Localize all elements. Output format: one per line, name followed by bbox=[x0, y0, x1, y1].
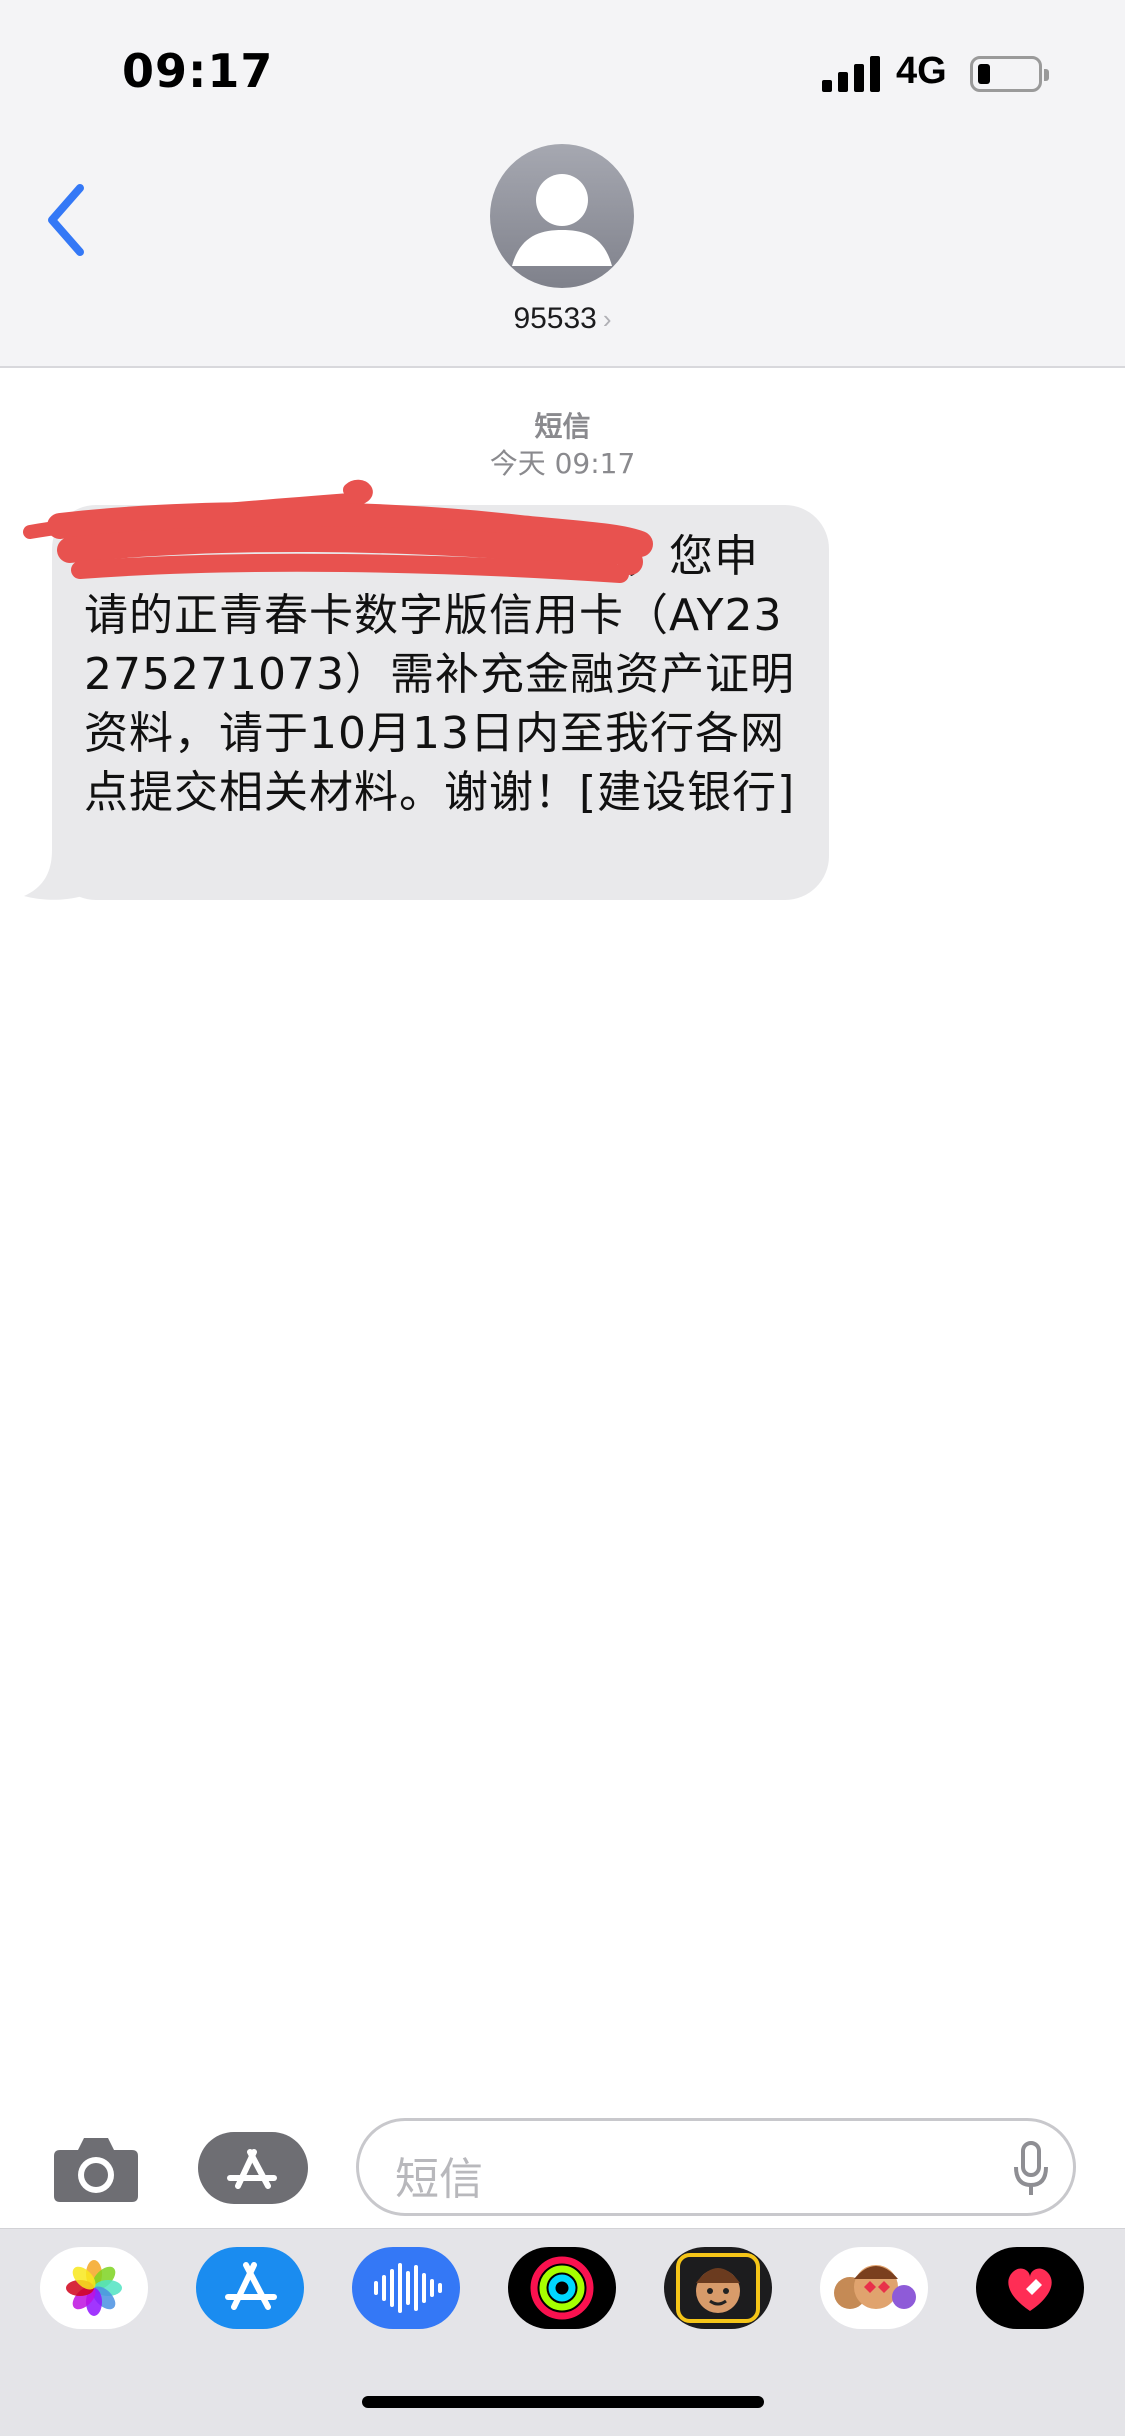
conversation-header: 09:17 4G 95533 › bbox=[0, 0, 1125, 368]
digital-touch-app-icon[interactable] bbox=[976, 2247, 1084, 2329]
memoji-stickers-app-icon[interactable] bbox=[820, 2247, 928, 2329]
camera-icon bbox=[54, 2138, 138, 2202]
activity-app-icon[interactable] bbox=[508, 2247, 616, 2329]
chevron-left-icon bbox=[48, 184, 84, 256]
contact-name-button[interactable]: 95533 › bbox=[0, 302, 1125, 336]
contact-avatar[interactable] bbox=[490, 144, 634, 288]
person-silhouette-icon bbox=[512, 174, 612, 266]
cellular-signal-icon bbox=[822, 56, 880, 92]
camera-button[interactable] bbox=[52, 2134, 140, 2204]
status-time: 09:17 bbox=[122, 44, 274, 98]
service-label: 短信 bbox=[534, 410, 591, 443]
chevron-right-icon: › bbox=[602, 304, 612, 334]
redaction-scribble bbox=[23, 479, 653, 583]
back-button[interactable] bbox=[40, 180, 100, 260]
app-store-icon bbox=[198, 2132, 308, 2204]
message-input[interactable]: 短信 bbox=[356, 2118, 1076, 2216]
microphone-icon[interactable] bbox=[1011, 2139, 1051, 2199]
contact-name: 95533 bbox=[513, 302, 597, 335]
network-type: 4G bbox=[896, 50, 947, 92]
memoji-app-icon[interactable] bbox=[664, 2247, 772, 2329]
audio-message-app-icon[interactable] bbox=[352, 2247, 460, 2329]
battery-icon bbox=[970, 56, 1049, 92]
home-indicator[interactable] bbox=[362, 2396, 764, 2408]
photos-app-icon[interactable] bbox=[40, 2247, 148, 2329]
app-store-app-icon[interactable] bbox=[196, 2247, 304, 2329]
message-input-placeholder: 短信 bbox=[395, 2154, 483, 2205]
apps-button[interactable] bbox=[198, 2132, 308, 2204]
